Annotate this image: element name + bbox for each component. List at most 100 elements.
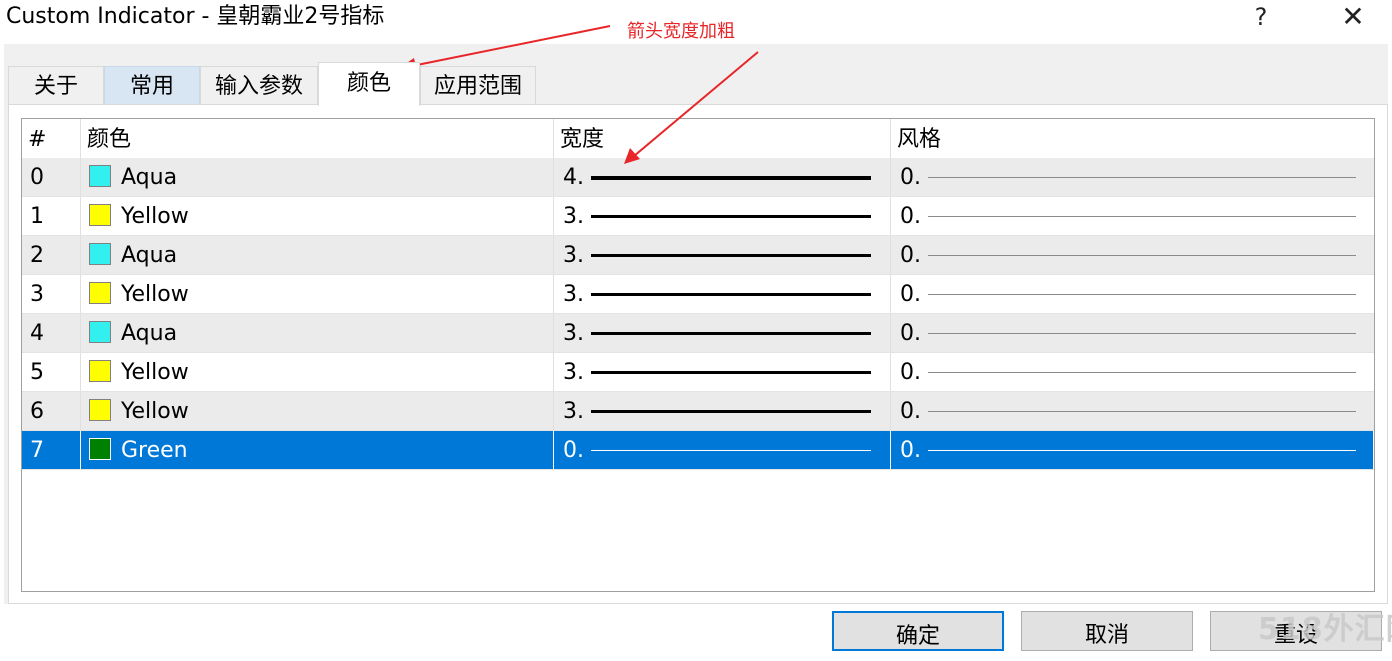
color-cell[interactable]: Yellow bbox=[81, 275, 554, 313]
style-line-preview bbox=[928, 255, 1356, 256]
width-line-preview bbox=[591, 371, 871, 374]
color-cell[interactable]: Green bbox=[81, 431, 554, 469]
tab-visualization[interactable]: 应用范围 bbox=[420, 66, 536, 104]
row-index: 3 bbox=[22, 275, 81, 313]
width-value: 3. bbox=[563, 204, 584, 229]
color-name: Yellow bbox=[121, 399, 189, 424]
color-cell[interactable]: Aqua bbox=[81, 314, 554, 352]
color-name: Yellow bbox=[121, 204, 189, 229]
color-cell[interactable]: Yellow bbox=[81, 392, 554, 430]
width-line-preview bbox=[591, 176, 871, 180]
table-row[interactable]: 6 Yellow 3. 0. bbox=[22, 392, 1374, 431]
color-name: Yellow bbox=[121, 360, 189, 385]
style-line-preview bbox=[928, 450, 1356, 451]
color-cell[interactable]: Yellow bbox=[81, 353, 554, 391]
row-index: 0 bbox=[22, 158, 81, 196]
table-row[interactable]: 1 Yellow 3. 0. bbox=[22, 197, 1374, 236]
tab-about[interactable]: 关于 bbox=[8, 66, 104, 104]
color-swatch bbox=[89, 438, 111, 460]
table-row-selected[interactable]: 7 Green 0. 0. bbox=[22, 431, 1374, 470]
width-cell[interactable]: 3. bbox=[554, 236, 891, 274]
width-line-preview bbox=[591, 215, 871, 218]
width-cell[interactable]: 0. bbox=[554, 431, 891, 469]
watermark: 518外汇网 bbox=[1258, 612, 1392, 647]
color-swatch bbox=[89, 243, 111, 265]
ok-button[interactable]: 确定 bbox=[832, 611, 1004, 651]
style-cell[interactable]: 0. bbox=[891, 431, 1374, 469]
table-row[interactable]: 5 Yellow 3. 0. bbox=[22, 353, 1374, 392]
help-button[interactable]: ? bbox=[1238, 0, 1284, 34]
color-cell[interactable]: Yellow bbox=[81, 197, 554, 235]
table-row[interactable]: 2 Aqua 3. 0. bbox=[22, 236, 1374, 275]
width-cell[interactable]: 3. bbox=[554, 392, 891, 430]
style-line-preview bbox=[928, 411, 1356, 412]
custom-indicator-dialog: Custom Indicator - 皇朝霸业2号指标 ? ✕ 关于 常用 输入… bbox=[0, 0, 1392, 651]
width-value: 3. bbox=[563, 399, 584, 424]
color-name: Green bbox=[121, 438, 188, 463]
tab-common[interactable]: 常用 bbox=[104, 66, 200, 104]
close-icon[interactable]: ✕ bbox=[1330, 0, 1376, 34]
style-value: 0. bbox=[900, 399, 921, 424]
width-line-preview bbox=[591, 410, 871, 413]
width-value: 4. bbox=[563, 165, 584, 190]
style-value: 0. bbox=[900, 243, 921, 268]
column-header-width[interactable]: 宽度 bbox=[554, 119, 891, 158]
window-title: Custom Indicator - 皇朝霸业2号指标 bbox=[6, 4, 385, 29]
table-header: # 颜色 宽度 风格 bbox=[22, 119, 1374, 159]
width-cell[interactable]: 3. bbox=[554, 353, 891, 391]
colors-table[interactable]: # 颜色 宽度 风格 0 Aqua 4. 0. 1 Yellow 3. 0. 2… bbox=[21, 118, 1375, 592]
column-header-index[interactable]: # bbox=[22, 119, 81, 158]
style-value: 0. bbox=[900, 321, 921, 346]
color-name: Aqua bbox=[121, 243, 178, 268]
cancel-button[interactable]: 取消 bbox=[1021, 611, 1193, 651]
color-swatch bbox=[89, 360, 111, 382]
row-index: 1 bbox=[22, 197, 81, 235]
annotation-text: 箭头宽度加粗 bbox=[627, 21, 735, 42]
color-swatch bbox=[89, 204, 111, 226]
color-cell[interactable]: Aqua bbox=[81, 236, 554, 274]
color-name: Aqua bbox=[121, 165, 178, 190]
table-row[interactable]: 0 Aqua 4. 0. bbox=[22, 158, 1374, 197]
color-swatch bbox=[89, 165, 111, 187]
style-cell[interactable]: 0. bbox=[891, 392, 1374, 430]
column-header-style[interactable]: 风格 bbox=[891, 119, 1374, 158]
width-value: 0. bbox=[563, 438, 584, 463]
style-cell[interactable]: 0. bbox=[891, 353, 1374, 391]
row-index: 4 bbox=[22, 314, 81, 352]
width-line-preview bbox=[591, 254, 871, 257]
style-cell[interactable]: 0. bbox=[891, 275, 1374, 313]
style-value: 0. bbox=[900, 204, 921, 229]
width-cell[interactable]: 3. bbox=[554, 275, 891, 313]
color-name: Yellow bbox=[121, 282, 189, 307]
color-swatch bbox=[89, 399, 111, 421]
row-index: 7 bbox=[22, 431, 81, 469]
tab-strip: 关于 常用 输入参数 颜色 应用范围 bbox=[8, 62, 1388, 106]
width-cell[interactable]: 4. bbox=[554, 158, 891, 196]
width-value: 3. bbox=[563, 321, 584, 346]
tab-colors[interactable]: 颜色 bbox=[318, 62, 420, 106]
row-index: 2 bbox=[22, 236, 81, 274]
style-line-preview bbox=[928, 294, 1356, 295]
column-header-color[interactable]: 颜色 bbox=[81, 119, 554, 158]
style-line-preview bbox=[928, 216, 1356, 217]
style-value: 0. bbox=[900, 438, 921, 463]
style-line-preview bbox=[928, 333, 1356, 334]
table-row[interactable]: 4 Aqua 3. 0. bbox=[22, 314, 1374, 353]
color-cell[interactable]: Aqua bbox=[81, 158, 554, 196]
color-swatch bbox=[89, 282, 111, 304]
style-value: 0. bbox=[900, 282, 921, 307]
tab-inputs[interactable]: 输入参数 bbox=[200, 66, 318, 104]
width-cell[interactable]: 3. bbox=[554, 197, 891, 235]
style-cell[interactable]: 0. bbox=[891, 314, 1374, 352]
color-swatch bbox=[89, 321, 111, 343]
width-line-preview bbox=[591, 450, 871, 451]
width-line-preview bbox=[591, 332, 871, 335]
row-index: 6 bbox=[22, 392, 81, 430]
style-cell[interactable]: 0. bbox=[891, 236, 1374, 274]
color-name: Aqua bbox=[121, 321, 178, 346]
width-value: 3. bbox=[563, 282, 584, 307]
style-cell[interactable]: 0. bbox=[891, 197, 1374, 235]
style-cell[interactable]: 0. bbox=[891, 158, 1374, 196]
width-cell[interactable]: 3. bbox=[554, 314, 891, 352]
table-row[interactable]: 3 Yellow 3. 0. bbox=[22, 275, 1374, 314]
